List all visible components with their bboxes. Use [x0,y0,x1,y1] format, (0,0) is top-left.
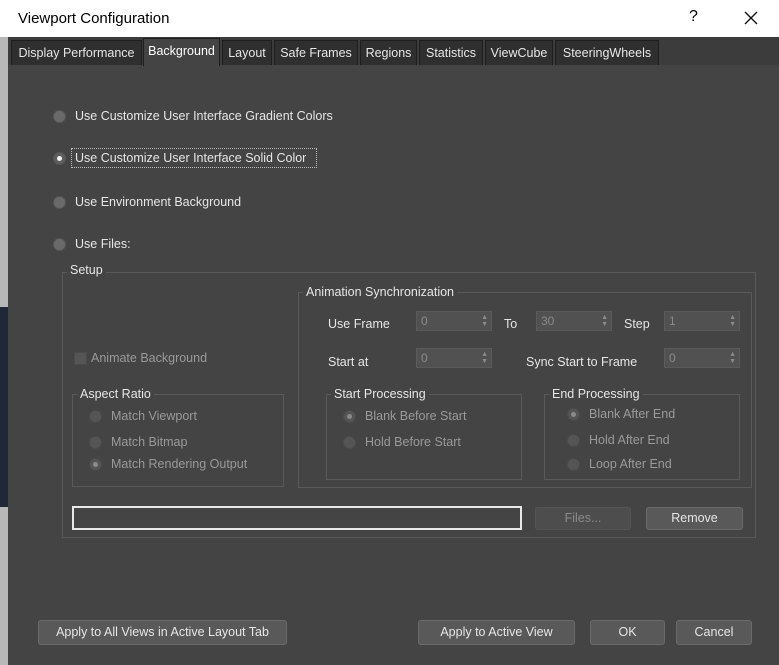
close-icon [744,11,758,25]
radio-match-bitmap[interactable] [89,436,102,449]
tab-statistics[interactable]: Statistics [419,40,483,65]
label-hold-before-start: Hold Before Start [365,435,461,449]
label-solid-color[interactable]: Use Customize User Interface Solid Color [75,151,306,165]
files-button[interactable]: Files... [535,507,631,530]
tab-viewcube[interactable]: ViewCube [485,40,553,65]
use-frame-spinner[interactable]: 0 ▲ ▼ [416,311,492,331]
tab-layout[interactable]: Layout [222,40,272,65]
use-frame-value: 0 [421,314,428,328]
radio-loop-after-end[interactable] [567,458,580,471]
radio-blank-after-end[interactable] [567,408,580,421]
animate-background-checkbox[interactable] [74,352,87,365]
radio-hold-before-start[interactable] [343,436,356,449]
title-bar: Viewport Configuration ? [0,0,779,37]
tab-background[interactable]: Background [143,38,220,66]
sync-start-spinner[interactable]: 0 ▲ ▼ [664,348,740,368]
spinner-arrows-icon: ▲ ▼ [601,314,608,328]
tab-bar: Display Performance Background Layout Sa… [8,37,779,66]
radio-environment-background[interactable] [53,196,66,209]
radio-match-viewport[interactable] [89,410,102,423]
apply-all-views-button[interactable]: Apply to All Views in Active Layout Tab [38,620,287,645]
animate-background-label: Animate Background [91,351,208,365]
aspect-ratio-label: Aspect Ratio [77,387,154,401]
radio-blank-before-start[interactable] [343,410,356,423]
label-environment-background[interactable]: Use Environment Background [75,195,241,209]
start-processing-label: Start Processing [331,387,429,401]
label-match-rendering-output: Match Rendering Output [111,457,248,471]
setup-label: Setup [67,263,106,277]
tab-display-performance[interactable]: Display Performance [11,40,142,65]
remove-button[interactable]: Remove [646,507,743,530]
label-match-viewport: Match Viewport [111,409,197,423]
label-hold-after-end: Hold After End [589,433,670,447]
help-button[interactable]: ? [689,8,698,26]
label-match-bitmap: Match Bitmap [111,435,188,449]
start-at-value: 0 [421,351,428,365]
step-label: Step [624,317,650,331]
radio-solid-color[interactable] [53,152,66,165]
use-frame-label: Use Frame [328,317,390,331]
background-window-strip [0,37,8,665]
file-path-field[interactable] [72,506,522,530]
spinner-arrows-icon: ▲ ▼ [729,314,736,328]
ok-button[interactable]: OK [590,620,665,645]
animation-sync-label: Animation Synchronization [303,285,457,299]
spinner-arrows-icon: ▲ ▼ [481,351,488,365]
cancel-button[interactable]: Cancel [676,620,752,645]
radio-use-files[interactable] [53,238,66,251]
tab-regions[interactable]: Regions [360,40,417,65]
radio-match-rendering-output[interactable] [89,458,102,471]
step-value: 1 [669,314,676,328]
apply-active-view-button[interactable]: Apply to Active View [418,620,575,645]
close-button[interactable] [738,5,764,31]
step-spinner[interactable]: 1 ▲ ▼ [664,311,740,331]
radio-gradient-colors[interactable] [53,110,66,123]
spinner-arrows-icon: ▲ ▼ [729,351,736,365]
window-title: Viewport Configuration [18,10,170,27]
sync-start-label: Sync Start to Frame [526,355,638,369]
spinner-arrows-icon: ▲ ▼ [481,314,488,328]
label-gradient-colors[interactable]: Use Customize User Interface Gradient Co… [75,109,333,123]
start-at-spinner[interactable]: 0 ▲ ▼ [416,348,492,368]
end-processing-label: End Processing [549,387,643,401]
to-label: To [504,317,518,331]
radio-hold-after-end[interactable] [567,434,580,447]
start-at-label: Start at [328,355,369,369]
label-use-files[interactable]: Use Files: [75,237,131,251]
label-loop-after-end: Loop After End [589,457,672,471]
to-value: 30 [541,314,555,328]
sync-start-value: 0 [669,351,676,365]
label-blank-after-end: Blank After End [589,407,676,421]
tab-safe-frames[interactable]: Safe Frames [274,40,358,65]
to-spinner[interactable]: 30 ▲ ▼ [536,311,612,331]
tab-steeringwheels[interactable]: SteeringWheels [555,40,659,65]
label-blank-before-start: Blank Before Start [365,409,467,423]
